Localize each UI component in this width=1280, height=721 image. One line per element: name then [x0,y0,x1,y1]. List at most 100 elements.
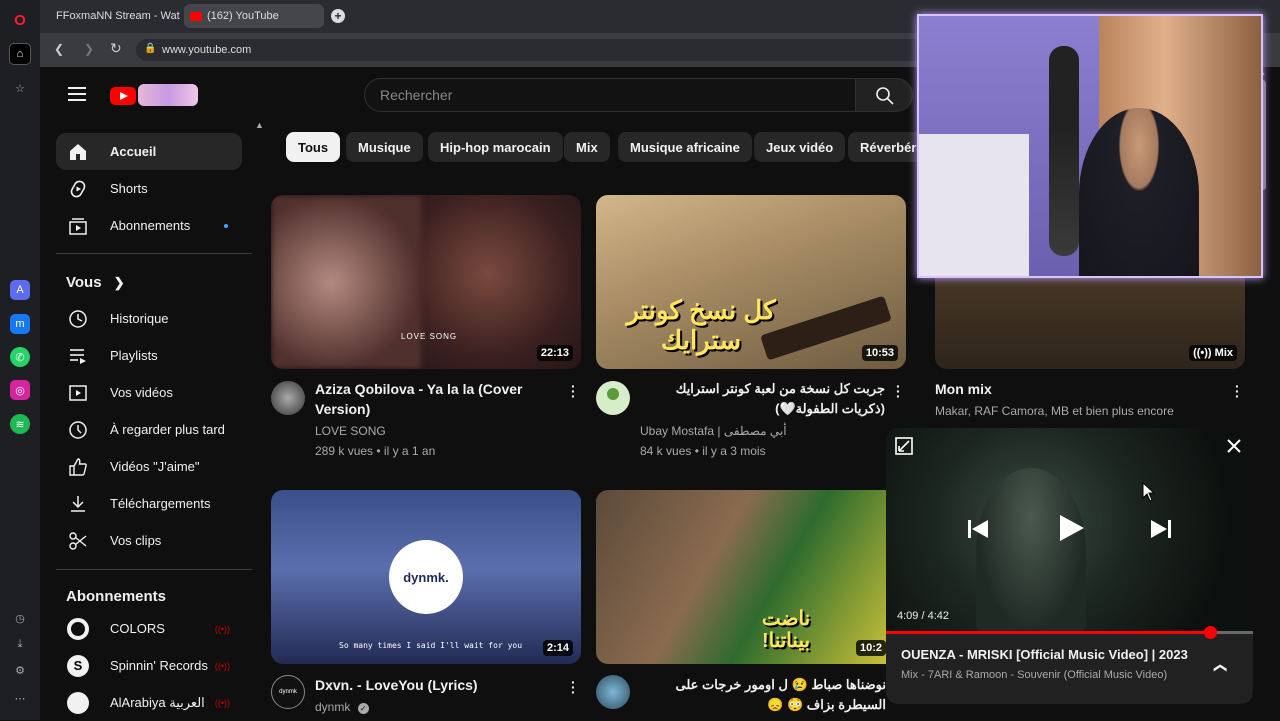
more-icon[interactable]: ⋯ [10,688,30,708]
more-options-icon[interactable]: · · · [1235,379,1240,403]
miniplayer-title[interactable]: OUENZA - MRISKI [Official Music Video] |… [901,647,1201,662]
chevron-up-icon[interactable]: ❯ [1211,663,1227,674]
channel-name[interactable]: Ubay Mostafa | أبي مصطفى [640,421,787,441]
play-icon[interactable] [1056,513,1086,543]
search-input[interactable]: Rechercher [364,78,856,112]
chip-reverb[interactable]: Réverbéra [848,132,918,162]
sidebar-divider [56,569,252,570]
chip-all[interactable]: Tous [286,132,341,162]
chip-mix[interactable]: Mix [564,132,610,162]
channel-avatar[interactable]: dynmk [271,675,305,709]
search-button[interactable] [855,78,913,112]
sidebar-item-playlists[interactable]: Playlists [56,337,242,374]
messenger-icon[interactable]: m [10,314,30,334]
speed-dial-icon[interactable]: ⌂ [9,43,31,65]
browser-sidebar: O ⌂ ☆ A m ✆ ◎ ≋ ◷ ⤓ ⚙ ⋯ [0,0,40,720]
video-title[interactable]: Dxvn. - LoveYou (Lyrics) [315,675,478,695]
more-options-icon[interactable]: · · · [571,379,576,403]
history-icon [66,307,90,331]
opera-logo-icon[interactable]: O [10,10,30,30]
sidebar-item-liked-videos[interactable]: Vidéos "J'aime" [56,448,242,485]
video-title[interactable]: نوضناها صباط 😢 ل اومور خرجات على السيطرة… [640,675,886,715]
sidebar-item-label: Playlists [110,348,158,363]
close-icon[interactable] [1226,438,1242,454]
video-thumbnail[interactable]: ناضت بيناتنا! 10:2 [596,490,886,664]
menu-icon[interactable] [68,87,86,101]
sidebar-item-history[interactable]: Historique [56,300,242,337]
reload-icon[interactable]: ↻ [110,40,122,57]
more-options-icon[interactable]: · · · [896,379,901,403]
youtube-logo[interactable] [110,84,200,106]
doodle-logo-icon [138,84,198,106]
home-icon [66,140,90,164]
channel-name[interactable]: dynmk ✓ [315,697,369,717]
sidebar-item-your-videos[interactable]: Vos vidéos [56,374,242,411]
chip-video-games[interactable]: Jeux vidéo [754,132,846,162]
miniplayer-subtitle: Mix - 7ARI & Ramoon - Souvenir (Official… [901,669,1168,681]
dynmk-logo-text: dynmk. [403,569,449,585]
back-icon[interactable]: ❮ [54,42,64,56]
aria-icon[interactable]: A [10,280,30,300]
sidebar-scroll-arrow-icon[interactable]: ▲ [255,120,264,130]
search-placeholder: Rechercher [380,87,453,103]
progress-scrubber[interactable] [1204,626,1218,639]
more-options-icon[interactable]: · · · [571,675,576,699]
colors-channel-avatar [66,617,90,641]
channel-avatar[interactable] [596,675,630,709]
sidebar-item-label: COLORS [110,621,165,636]
sidebar-item-clips[interactable]: Vos clips [56,522,242,559]
url-field[interactable]: 🔒 www.youtube.com [136,39,956,61]
sidebar-sub-colors[interactable]: COLORS ((•)) [56,610,242,647]
video-title[interactable]: Mon mix [935,379,992,399]
tab-stream[interactable]: FFoxmaNN Stream - Watc [44,4,180,28]
new-content-dot [224,223,228,228]
sidebar-item-label: Shorts [110,181,148,196]
shelf [919,134,1029,276]
channel-avatar[interactable] [596,381,630,415]
search-bar: Rechercher [364,78,916,112]
downloads-icon[interactable]: ⤓ [10,634,30,654]
progress-bar[interactable] [886,626,1253,639]
duration-badge: 22:13 [536,345,573,361]
you-section-heading[interactable]: Vous ❯ [66,274,125,291]
chip-music[interactable]: Musique [346,132,423,162]
previous-icon[interactable] [966,517,990,541]
live-icon: ((•)) [214,660,230,671]
video-thumbnail[interactable]: كل نسخ كونتر سترايك 10:53 [596,195,906,369]
subscriptions-heading: Abonnements [66,588,167,605]
miniplayer[interactable]: 4:09 / 4:42 OUENZA - MRISKI [Official Mu… [886,428,1253,704]
video-thumbnail[interactable]: dynmk. So many times I said I'll wait fo… [271,490,581,664]
next-icon[interactable] [1149,517,1173,541]
whatsapp-icon[interactable]: ✆ [10,347,30,367]
sidebar-item-label: Vos clips [110,533,162,548]
sidebar-item-home[interactable]: Accueil [56,133,242,170]
chip-moroccan-hiphop[interactable]: Hip-hop marocain [428,132,563,162]
channel-name[interactable]: Makar, RAF Camora, MB et bien plus encor… [935,401,1174,421]
video-title[interactable]: جربت كل نسخة من لعبة كونتر استرايك (ذكري… [640,379,885,419]
instagram-icon[interactable]: ◎ [10,380,30,400]
live-icon: ((•)) [214,623,230,634]
chip-african-music[interactable]: Musique africaine [618,132,752,162]
expand-icon[interactable] [895,437,913,455]
bookmarks-icon[interactable]: ☆ [10,78,30,98]
history-clock-icon[interactable]: ◷ [10,608,30,628]
sidebar-item-shorts[interactable]: Shorts [56,170,242,207]
you-heading-label: Vous [66,274,102,291]
person [1079,108,1199,276]
sidebar-item-downloads[interactable]: Téléchargements [56,485,242,522]
spotify-icon[interactable]: ≋ [10,414,30,434]
video-title[interactable]: Aziza Qobilova - Ya la la (Cover Version… [315,379,560,419]
forward-icon[interactable]: ❯ [84,42,94,56]
sidebar-item-watch-later[interactable]: À regarder plus tard [56,411,242,448]
new-tab-button[interactable]: + [331,9,345,23]
channel-name[interactable]: LOVE SONG [315,421,386,441]
spinnin-channel-avatar: S [66,654,90,678]
video-thumbnail[interactable]: LOVE SONG 22:13 [271,195,581,369]
guitar [1049,46,1079,256]
sidebar-sub-alarabiya[interactable]: AlArabiya العربية ((•)) [56,684,242,721]
tab-youtube[interactable]: (162) YouTube [184,4,324,28]
settings-icon[interactable]: ⚙ [10,660,30,680]
sidebar-item-subscriptions[interactable]: Abonnements [56,207,242,244]
sidebar-sub-spinnin[interactable]: S Spinnin' Records ((•)) [56,647,242,684]
channel-avatar[interactable] [271,381,305,415]
